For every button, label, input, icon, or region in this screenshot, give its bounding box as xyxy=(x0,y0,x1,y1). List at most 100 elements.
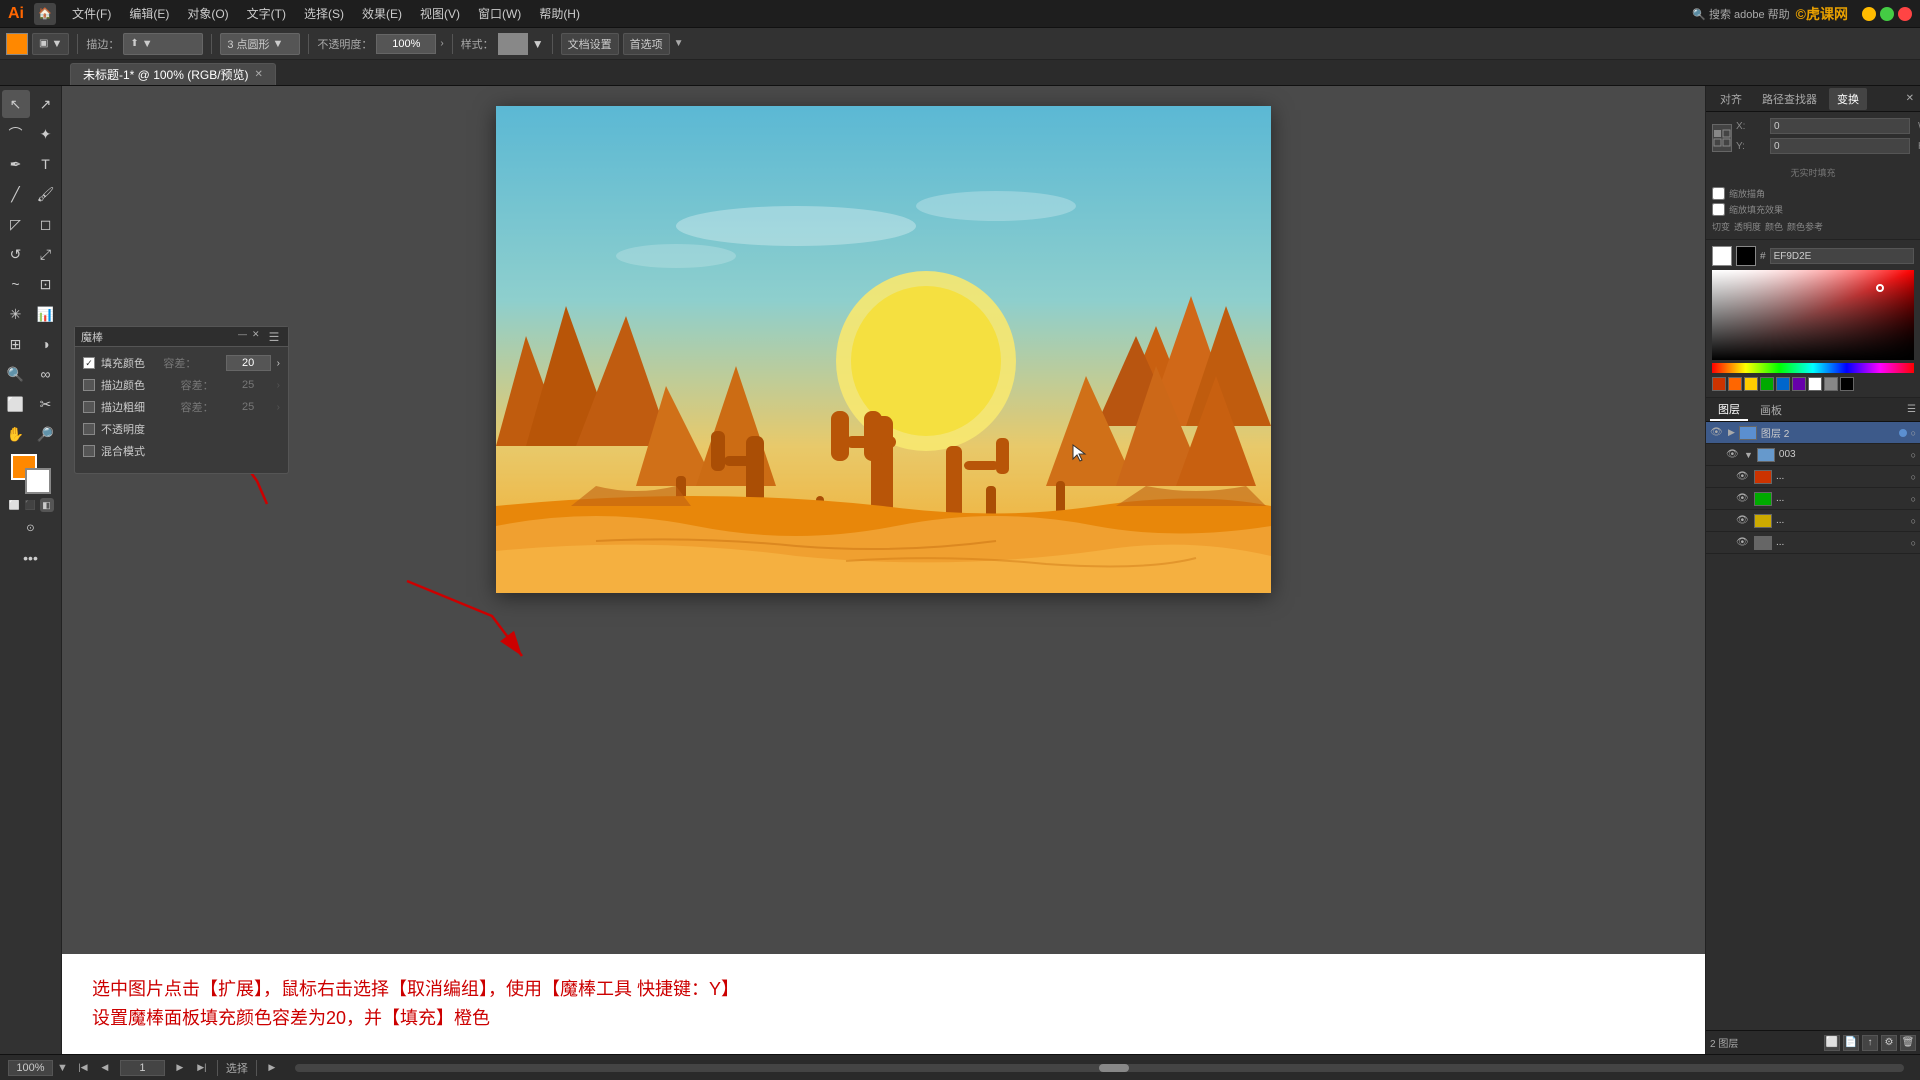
artboard-tool[interactable]: ⬜ xyxy=(2,390,30,418)
proof-mode-icon[interactable]: ◧ xyxy=(40,498,54,512)
fill-tolerance-input[interactable] xyxy=(226,355,271,371)
opacity-checkbox[interactable] xyxy=(83,423,95,435)
layer-row-003[interactable]: 👁 ▼ 003 ○ xyxy=(1706,444,1920,466)
draw-mode-icon[interactable]: ⊙ xyxy=(17,514,45,542)
delete-layer-btn[interactable]: 🗑 xyxy=(1900,1035,1916,1051)
warp-tool[interactable]: ~ xyxy=(2,270,30,298)
background-color[interactable] xyxy=(25,468,51,494)
fill-color-swatch[interactable] xyxy=(6,33,28,55)
swatch-purple[interactable] xyxy=(1792,377,1806,391)
tab-close-btn[interactable]: ✕ xyxy=(255,69,263,80)
color-gradient-picker[interactable] xyxy=(1712,270,1914,360)
swatch-black[interactable] xyxy=(1840,377,1854,391)
x-position-input[interactable] xyxy=(1770,118,1910,134)
layer-options-btn[interactable]: ⚙ xyxy=(1881,1035,1897,1051)
menu-edit[interactable]: 编辑(E) xyxy=(121,3,177,24)
shape-builder-tool[interactable]: ◸ xyxy=(2,210,30,238)
stroke-color-checkbox[interactable] xyxy=(83,379,95,391)
make-layer-mask-btn[interactable]: ⬜ xyxy=(1824,1035,1840,1051)
panel-expand-btn[interactable]: ✕ xyxy=(1906,93,1914,104)
layer-row-green[interactable]: 👁 ... ○ xyxy=(1706,488,1920,510)
document-tab[interactable]: 未标题-1* @ 100% (RGB/预览) ✕ xyxy=(70,63,276,85)
yellow-layer-circle[interactable]: ○ xyxy=(1911,516,1916,526)
eyedropper-tool[interactable]: 🔍 xyxy=(2,360,30,388)
layers-menu-btn[interactable]: ☰ xyxy=(1907,404,1916,415)
color-picker-dot[interactable] xyxy=(1876,284,1884,292)
artboard-tab[interactable]: 画板 xyxy=(1752,400,1790,420)
zoom-tool[interactable]: 🔎 xyxy=(32,420,60,448)
align-tab[interactable]: 对齐 xyxy=(1712,88,1750,110)
rotate-tool[interactable]: ↺ xyxy=(2,240,30,268)
screen-mode-icon[interactable]: ⬛ xyxy=(24,498,38,512)
page-input[interactable] xyxy=(120,1060,165,1076)
type-tool[interactable]: T xyxy=(32,150,60,178)
swatch-green[interactable] xyxy=(1760,377,1774,391)
slice-tool[interactable]: ✂ xyxy=(32,390,60,418)
nav-last-btn[interactable]: ▶| xyxy=(195,1061,209,1075)
hue-bar[interactable] xyxy=(1712,363,1914,373)
layer-row-yellow[interactable]: 👁 ... ○ xyxy=(1706,510,1920,532)
layer003-expand[interactable]: ▼ xyxy=(1744,450,1753,460)
layer2-visibility[interactable]: 👁 xyxy=(1710,427,1724,438)
layer-row-2[interactable]: 👁 ▶ 图层 2 ○ xyxy=(1706,422,1920,444)
menu-help[interactable]: 帮助(H) xyxy=(531,3,588,24)
scroll-thumb[interactable] xyxy=(1099,1064,1129,1072)
fill-color-checkbox[interactable]: ✓ xyxy=(83,357,95,369)
zoom-input[interactable] xyxy=(8,1060,53,1076)
opacity-input[interactable] xyxy=(376,34,436,54)
scale-strokes-checkbox[interactable] xyxy=(1712,187,1725,200)
normal-mode-icon[interactable]: ⬜ xyxy=(8,498,22,512)
swatch-orange[interactable] xyxy=(1728,377,1742,391)
pathfinder-tab[interactable]: 路径查找器 xyxy=(1754,88,1825,110)
hand-tool[interactable]: ✋ xyxy=(2,420,30,448)
line-tool[interactable]: ╱ xyxy=(2,180,30,208)
canvas-wrapper[interactable]: 魔棒 — ✕ ☰ ✓ 填充颜色 容差： › xyxy=(62,86,1705,954)
maximize-button[interactable] xyxy=(1880,7,1894,21)
layers-tab[interactable]: 图层 xyxy=(1710,399,1748,421)
swatch-blue[interactable] xyxy=(1776,377,1790,391)
play-btn[interactable]: ▶ xyxy=(265,1061,279,1075)
swatch-white[interactable] xyxy=(1808,377,1822,391)
red-layer-visibility[interactable]: 👁 xyxy=(1736,471,1750,482)
lasso-tool[interactable]: ⌒ xyxy=(2,120,30,148)
close-button[interactable] xyxy=(1898,7,1912,21)
layer003-circle[interactable]: ○ xyxy=(1911,450,1916,460)
menu-effect[interactable]: 效果(E) xyxy=(354,3,410,24)
scale-effects-checkbox[interactable] xyxy=(1712,203,1725,216)
panel-close-btn[interactable]: ✕ xyxy=(252,329,262,339)
point-shape-dropdown[interactable]: 3 点圆形 ▼ xyxy=(220,33,300,55)
menu-text[interactable]: 文字(T) xyxy=(239,3,294,24)
swatch-gray[interactable] xyxy=(1824,377,1838,391)
home-icon[interactable]: 🏠 xyxy=(34,3,56,25)
layer-row-red[interactable]: 👁 ... ○ xyxy=(1706,466,1920,488)
menu-view[interactable]: 视图(V) xyxy=(412,3,468,24)
menu-window[interactable]: 窗口(W) xyxy=(470,3,529,24)
doc-settings-btn[interactable]: 文档设置 xyxy=(561,33,619,55)
magic-wand-tool[interactable]: ✦ xyxy=(32,120,60,148)
blend-mode-checkbox[interactable] xyxy=(83,445,95,457)
stroke-dropdown[interactable]: ⬆ ▼ xyxy=(123,33,203,55)
gradient-tool[interactable]: ◑ xyxy=(32,330,60,358)
hex-color-input[interactable] xyxy=(1770,248,1914,264)
stroke-mode-btn[interactable]: ▣ ▼ xyxy=(32,33,69,55)
y-position-input[interactable] xyxy=(1770,138,1910,154)
more-tools-icon[interactable]: ••• xyxy=(17,544,45,572)
red-layer-circle[interactable]: ○ xyxy=(1911,472,1916,482)
swatch-yellow[interactable] xyxy=(1744,377,1758,391)
layer003-visibility[interactable]: 👁 xyxy=(1726,449,1740,460)
style-swatch[interactable] xyxy=(498,33,528,55)
swatch-red[interactable] xyxy=(1712,377,1726,391)
paint-brush-tool[interactable]: 🖌 xyxy=(32,180,60,208)
symbol-sprayer-tool[interactable]: ✳ xyxy=(2,300,30,328)
blend-tool[interactable]: ∞ xyxy=(32,360,60,388)
gray-layer-visibility[interactable]: 👁 xyxy=(1736,537,1750,548)
select-tool[interactable]: ↖ xyxy=(2,90,30,118)
preferences-btn[interactable]: 首选项 xyxy=(623,33,670,55)
create-layer-btn[interactable]: 📄 xyxy=(1843,1035,1859,1051)
green-layer-visibility[interactable]: 👁 xyxy=(1736,493,1750,504)
layer-row-gray[interactable]: 👁 ... ○ xyxy=(1706,532,1920,554)
column-graph-tool[interactable]: 📊 xyxy=(32,300,60,328)
zoom-arrow[interactable]: ▼ xyxy=(57,1062,68,1074)
black-swatch[interactable] xyxy=(1736,246,1756,266)
green-layer-circle[interactable]: ○ xyxy=(1911,494,1916,504)
